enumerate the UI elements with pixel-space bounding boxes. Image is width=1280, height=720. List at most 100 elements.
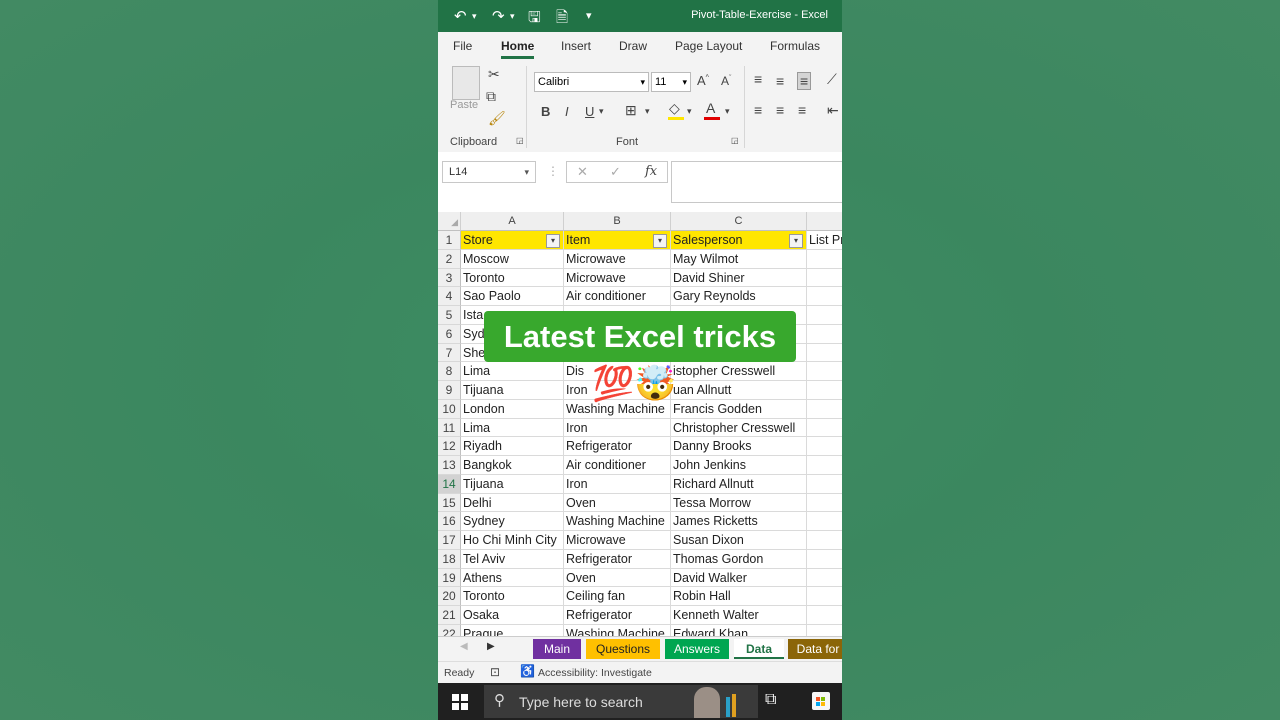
cell-c[interactable]: uan Allnutt [671,381,807,400]
taskbar-search[interactable]: ⚲ Type here to search [484,685,758,718]
header-cell[interactable]: List Pr [807,231,842,250]
undo-dropdown-icon[interactable]: ▾ [472,11,477,22]
cell-c[interactable]: Thomas Gordon [671,549,807,569]
row-number[interactable]: 15 [438,493,461,513]
save-icon[interactable]: 🖫 [528,7,541,32]
underline-button[interactable]: U [585,104,594,119]
microsoft-store-icon[interactable] [812,692,830,710]
row-number[interactable]: 22 [438,624,461,636]
cell-b[interactable]: Microwave [564,531,671,550]
cell-c[interactable]: David Shiner [671,268,807,288]
column-header-a[interactable]: A [461,212,564,231]
cell-b[interactable]: Air conditioner [564,456,671,475]
cell-c[interactable]: Richard Allnutt [671,474,807,494]
macro-record-icon[interactable]: ⊡ [490,665,500,679]
sheet-tab-main[interactable]: Main [533,639,581,659]
cell-b[interactable]: Air conditioner [564,287,671,306]
select-all-corner[interactable]: ◢ [438,212,461,231]
cell-b[interactable]: Washing Machine [564,624,671,636]
cell-a[interactable]: Lima [461,418,564,438]
cell-d[interactable] [807,437,842,456]
cell-c[interactable]: istopher Cresswell [671,362,807,381]
row-number[interactable]: 10 [438,399,461,419]
formula-input[interactable] [671,161,842,203]
row-number[interactable]: 19 [438,568,461,588]
cell-d[interactable] [807,512,842,531]
increase-font-icon[interactable]: A^ [697,73,709,88]
align-left-icon[interactable]: ≡ [754,102,762,118]
cell-b[interactable]: Microwave [564,268,671,288]
cell-d[interactable] [807,344,842,363]
cell-a[interactable]: Toronto [461,587,564,606]
cell-c[interactable]: Robin Hall [671,587,807,606]
fill-dropdown-icon[interactable]: ▾ [687,106,692,117]
align-top-icon[interactable]: ≡ [754,71,762,87]
cell-d[interactable] [807,531,842,550]
row-number[interactable]: 4 [438,287,461,306]
scroll-tabs-left-icon[interactable]: ◀ [460,641,468,652]
filter-dropdown-icon[interactable]: ▾ [653,234,667,248]
redo-dropdown-icon[interactable]: ▾ [510,11,515,22]
cell-d[interactable] [807,362,842,381]
row-number[interactable]: 21 [438,606,461,625]
cell-d[interactable] [807,306,842,325]
cell-c[interactable]: Christopher Cresswell [671,418,807,438]
header-cell[interactable]: Salesperson ▾ [671,231,807,250]
underline-dropdown-icon[interactable]: ▾ [599,106,604,117]
cell-b[interactable]: Refrigerator [564,606,671,625]
font-color-dropdown-icon[interactable]: ▾ [725,106,730,117]
row-number[interactable]: 8 [438,362,461,381]
cell-a[interactable]: Athens [461,568,564,588]
tab-formulas[interactable]: Formulas [770,39,820,53]
cell-c[interactable]: May Wilmot [671,249,807,269]
cell-a[interactable]: Osaka [461,606,564,625]
cell-b[interactable]: Refrigerator [564,437,671,456]
cell-c[interactable]: David Walker [671,568,807,588]
format-painter-icon[interactable]: 🖌 [488,110,506,127]
cell-c[interactable]: Tessa Morrow [671,493,807,513]
cell-c[interactable]: Kenneth Walter [671,606,807,625]
header-cell[interactable]: Item ▾ [564,231,671,250]
touch-mode-icon[interactable]: 🗎 [556,7,568,32]
accessibility-status[interactable]: Accessibility: Investigate [538,667,652,679]
cell-c[interactable]: Gary Reynolds [671,287,807,306]
insert-function-icon[interactable]: fx [645,164,657,179]
sheet-tab-questions[interactable]: Questions [586,639,660,659]
bold-button[interactable]: B [541,104,550,119]
cell-b[interactable]: Ceiling fan [564,587,671,606]
borders-icon[interactable]: ⊞ [625,102,637,119]
row-number[interactable]: 16 [438,512,461,531]
cell-a[interactable]: London [461,399,564,419]
cell-d[interactable] [807,475,842,494]
scroll-tabs-right-icon[interactable]: ▶ [487,641,495,652]
paste-icon[interactable] [452,66,480,100]
sheet-tab-answers[interactable]: Answers [665,639,729,659]
cell-d[interactable] [807,569,842,588]
cell-b[interactable]: Washing Machine [564,512,671,531]
row-number[interactable]: 14 [438,474,461,494]
redo-icon[interactable]: ↷ [492,7,505,25]
borders-dropdown-icon[interactable]: ▾ [645,106,650,117]
font-color-icon[interactable]: A [706,100,715,116]
cell-d[interactable] [807,381,842,400]
cell-c[interactable]: John Jenkins [671,456,807,475]
filter-dropdown-icon[interactable]: ▾ [546,234,560,248]
column-header-d[interactable] [807,212,842,231]
cell-b[interactable]: Microwave [564,249,671,269]
cell-b[interactable]: Oven [564,493,671,513]
paste-label[interactable]: Paste [450,99,478,111]
cell-a[interactable]: Tijuana [461,474,564,494]
tab-insert[interactable]: Insert [561,39,591,53]
tab-home[interactable]: Home [501,39,535,59]
task-view-icon[interactable]: ⧉ [765,691,776,709]
cell-a[interactable]: Bangkok [461,456,564,475]
sheet-tab-data-for[interactable]: Data for [788,639,842,659]
align-middle-icon[interactable]: ≡ [776,73,784,89]
orientation-icon[interactable]: ⟋ [827,71,837,88]
row-number[interactable]: 20 [438,587,461,606]
cell-a[interactable]: Delhi [461,493,564,513]
cell-d[interactable] [807,419,842,438]
cell-a[interactable]: Prague [461,624,564,636]
font-launcher-icon[interactable]: ◲ [731,136,739,145]
row-number[interactable]: 12 [438,437,461,456]
